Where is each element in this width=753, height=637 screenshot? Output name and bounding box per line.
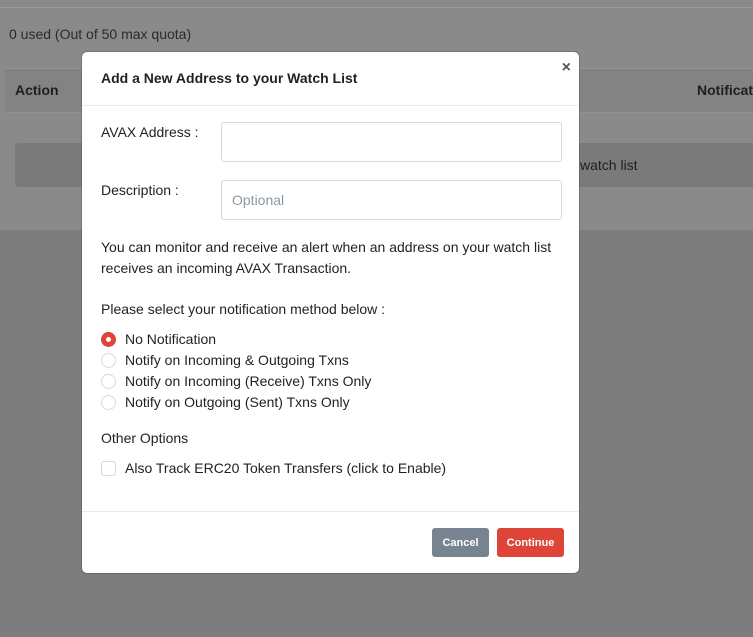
radio-button[interactable]	[101, 373, 116, 389]
avax-address-input[interactable]	[221, 122, 562, 162]
add-address-modal: Add a New Address to your Watch List × A…	[82, 52, 579, 573]
erc20-checkbox[interactable]	[101, 460, 116, 476]
radio-option-no-notification[interactable]: No Notification	[101, 329, 216, 349]
radio-label: Notify on Incoming & Outgoing Txns	[125, 352, 349, 368]
footer-divider	[82, 511, 579, 512]
radio-option-incoming-only[interactable]: Notify on Incoming (Receive) Txns Only	[101, 371, 371, 391]
radio-option-outgoing-only[interactable]: Notify on Outgoing (Sent) Txns Only	[101, 392, 350, 412]
description-label: Description :	[101, 182, 179, 198]
modal-header: Add a New Address to your Watch List ×	[82, 52, 579, 106]
radio-label: Notify on Outgoing (Sent) Txns Only	[125, 394, 350, 410]
radio-label: No Notification	[125, 331, 217, 347]
close-icon[interactable]: ×	[562, 60, 571, 76]
cancel-button[interactable]: Cancel	[432, 528, 489, 557]
modal-title: Add a New Address to your Watch List	[101, 70, 358, 86]
radio-option-incoming-outgoing[interactable]: Notify on Incoming & Outgoing Txns	[101, 350, 349, 370]
avax-address-label: AVAX Address :	[101, 124, 199, 140]
radio-button[interactable]	[101, 394, 116, 410]
radio-label: Notify on Incoming (Receive) Txns Only	[125, 373, 372, 389]
erc20-label: Also Track ERC20 Token Transfers (click …	[125, 460, 447, 476]
info-text: You can monitor and receive an alert whe…	[101, 239, 552, 276]
continue-button[interactable]: Continue	[497, 528, 564, 557]
radio-button[interactable]	[101, 331, 116, 347]
description-input[interactable]	[221, 180, 562, 220]
divider	[0, 7, 753, 8]
erc20-option[interactable]: Also Track ERC20 Token Transfers (click …	[101, 458, 446, 478]
empty-state-text: watch list	[580, 157, 638, 173]
other-options-heading: Other Options	[101, 430, 189, 446]
column-header-action: Action	[15, 82, 59, 98]
radio-button[interactable]	[101, 352, 116, 368]
column-header-notification: Notificat	[697, 82, 753, 98]
quota-text: 0 used (Out of 50 max quota)	[9, 26, 192, 42]
notification-prompt: Please select your notification method b…	[101, 301, 386, 317]
